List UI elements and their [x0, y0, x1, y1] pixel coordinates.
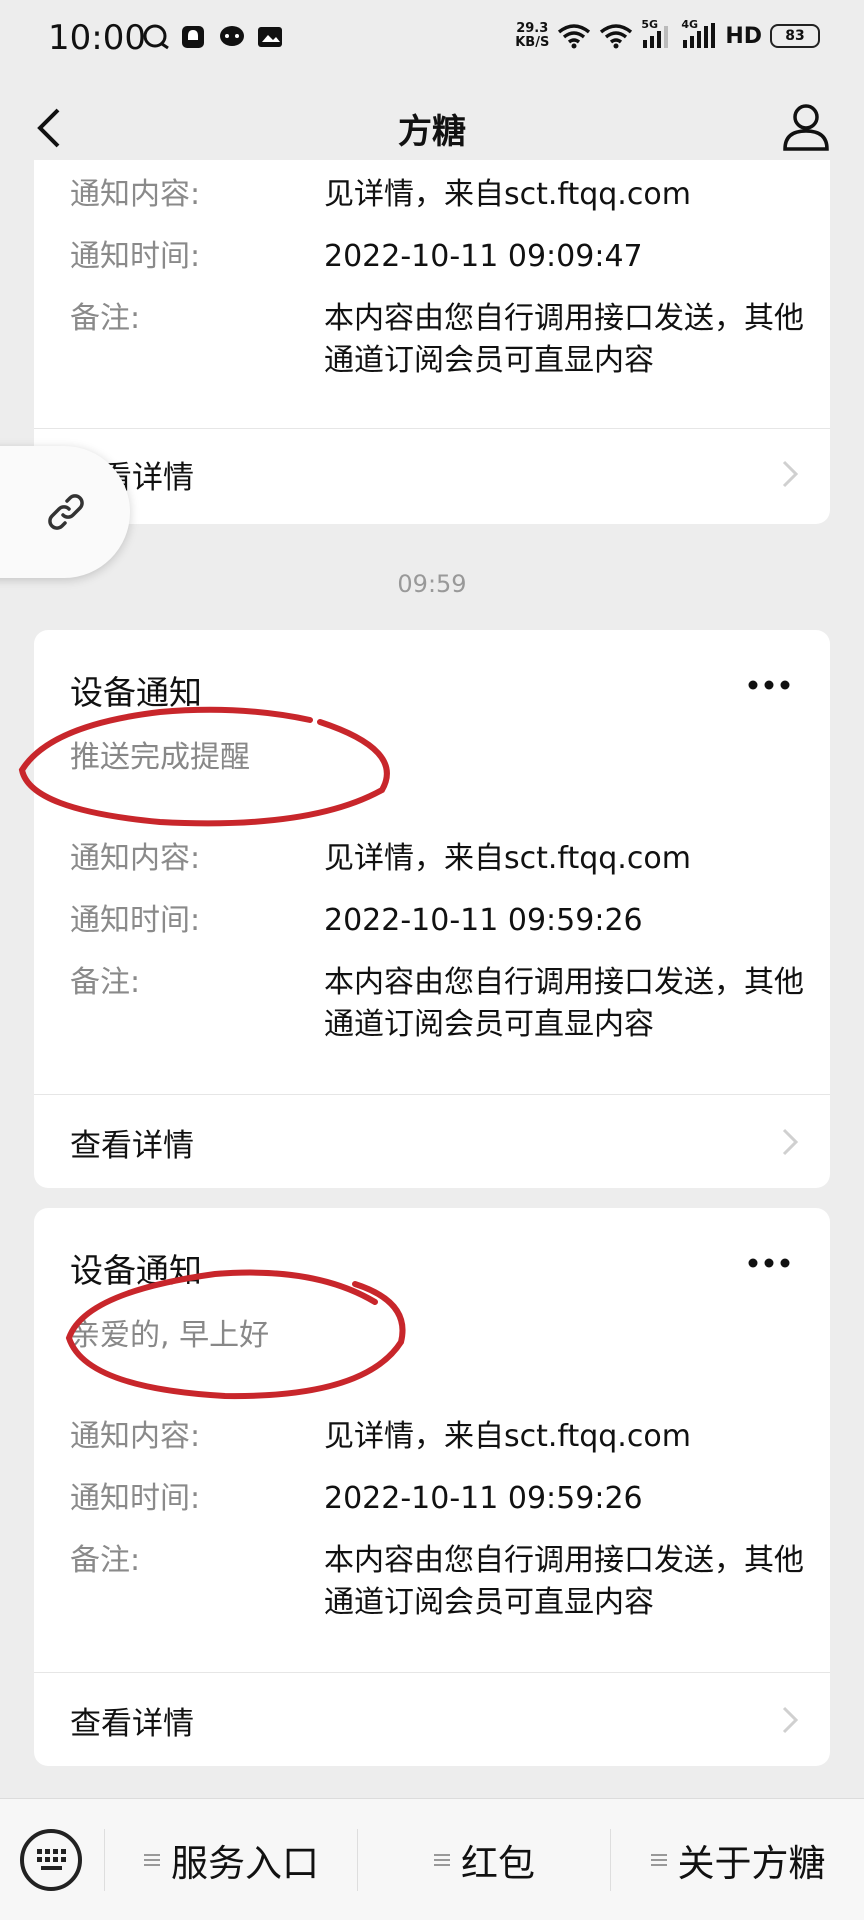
card-subtitle: 推送完成提醒 [70, 740, 250, 775]
signal-5g-icon: 5G [641, 18, 673, 50]
divider [34, 428, 830, 429]
notification-card: 设备通知 推送完成提醒 通知内容: 见详情，来自sct.ftqq.com 通知时… [34, 630, 830, 1188]
qq-icon [142, 24, 170, 50]
card-title: 设备通知 [70, 673, 202, 712]
status-indicators: 29.3 KB/S 5G 4G HD 83 [515, 18, 820, 50]
more-options-icon[interactable] [746, 678, 792, 692]
notification-card: 设备通知 亲爱的, 早上好 通知内容: 见详情，来自sct.ftqq.com 通… [34, 1208, 830, 1766]
notification-card: 通知内容: 见详情，来自sct.ftqq.com 通知时间: 2022-10-1… [34, 160, 830, 524]
profile-button[interactable] [782, 102, 830, 152]
view-details-link[interactable]: 查看详情 [70, 1120, 194, 1165]
floating-link-button[interactable] [0, 446, 130, 578]
menu-list-icon [144, 1854, 160, 1866]
card-subtitle: 亲爱的, 早上好 [70, 1318, 270, 1353]
bottom-menu-bar: 服务入口 红包 关于方糖 [0, 1798, 864, 1920]
menu-item-service-entry[interactable]: 服务入口 [105, 1799, 357, 1920]
image-message-icon [256, 24, 284, 50]
chevron-right-icon [782, 1706, 799, 1734]
hd-indicator: HD [725, 23, 762, 49]
user-icon [783, 104, 829, 151]
view-details-link[interactable]: 查看详情 [70, 1698, 194, 1743]
battery-icon: 83 [770, 24, 820, 48]
menu-item-about[interactable]: 关于方糖 [611, 1799, 864, 1920]
status-bar: 10:00 29.3 KB/S 5G 4G HD 83 [0, 0, 864, 76]
link-icon [48, 494, 84, 530]
chevron-right-icon [782, 1128, 799, 1156]
divider [34, 1672, 830, 1673]
menu-list-icon [434, 1854, 450, 1866]
network-speed: 29.3 KB/S [515, 21, 550, 50]
more-options-icon[interactable] [746, 1256, 792, 1270]
signal-4g-icon: 4G [681, 18, 717, 50]
keyboard-toggle-button[interactable] [20, 1829, 82, 1891]
page-title: 方糖 [398, 112, 466, 152]
message-timestamp: 09:59 [397, 570, 467, 598]
notification-bell-icon [180, 24, 208, 50]
notification-icons [142, 24, 284, 50]
divider [34, 1094, 830, 1095]
status-time: 10:00 [48, 18, 146, 58]
wifi-icon-secondary [600, 24, 633, 49]
chevron-right-icon [782, 460, 799, 488]
chat-bubble-icon [218, 24, 246, 50]
menu-item-red-packet[interactable]: 红包 [358, 1799, 610, 1920]
card-title: 设备通知 [70, 1251, 202, 1290]
wifi-icon [558, 24, 591, 49]
keyboard-icon [37, 1849, 66, 1870]
menu-list-icon [650, 1854, 667, 1866]
